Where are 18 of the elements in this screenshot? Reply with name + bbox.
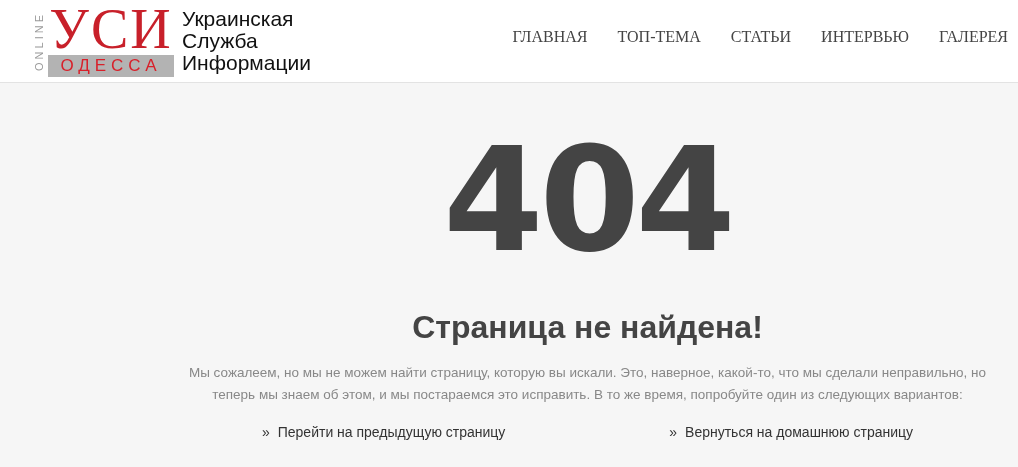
logo-city-band: ОДЕССА <box>48 55 174 77</box>
chevron-icon: » <box>669 424 678 440</box>
page-link[interactable]: Перейти на предыдущую страницу <box>277 424 506 440</box>
logo-text: Украинская <box>182 8 295 30</box>
error-title: Страница не найдена! <box>411 309 764 346</box>
nav-link[interactable]: ГЛАВНАЯ <box>512 28 588 46</box>
logo-side-text: ONLINE <box>33 11 45 71</box>
chevron-icon: » <box>261 424 270 440</box>
page-link[interactable]: Вернуться на домашнюю страницу <box>685 424 914 440</box>
nav-link[interactable]: ТОП-ТЕМА <box>617 28 701 46</box>
error-code: 404 <box>442 125 733 275</box>
nav-link[interactable]: СТАТЬИ <box>730 28 792 46</box>
nav-link[interactable]: ИНТЕРВЬЮ <box>821 28 909 46</box>
logo-text: Информации <box>182 52 311 74</box>
logo-mark: УСИ <box>48 5 174 53</box>
nav-link[interactable]: ГАЛЕРЕЯ <box>938 28 1008 46</box>
logo-text: Служба <box>182 30 258 52</box>
error-message: Мы сожалеем, но мы не можем найти страницу, которую вы искали. Это, наверное, какой-то, что мы сделали неправильно, но теперь мы знаем об этом, и мы постараемся это исправить. В то же время, попробуйте один из следующих вариантов: <box>187 364 988 404</box>
